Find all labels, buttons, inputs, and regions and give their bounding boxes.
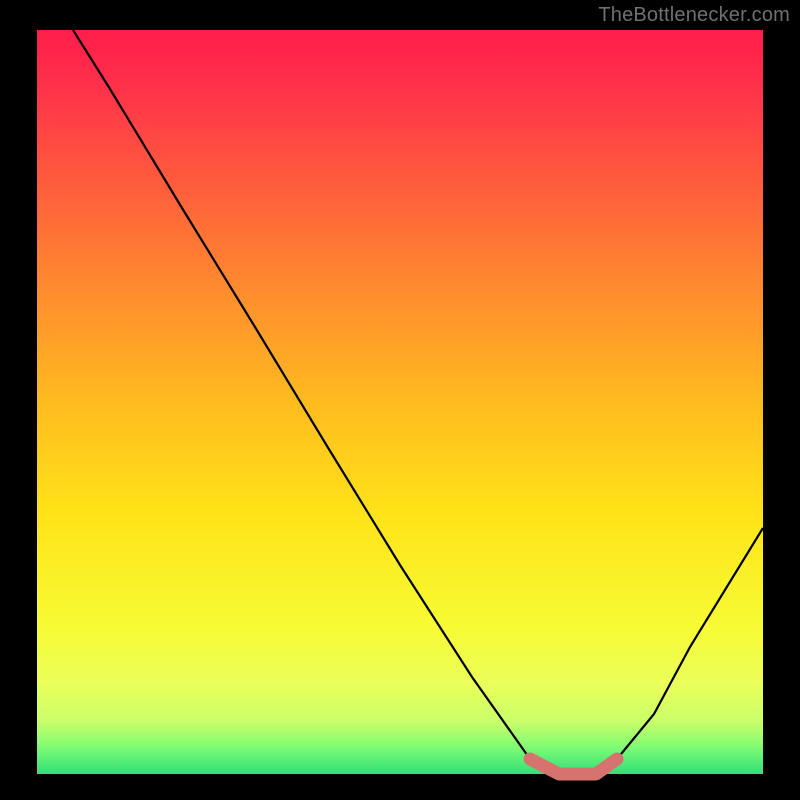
plot-background [37,30,763,774]
chart-container: TheBottlenecker.com [0,0,800,800]
bottleneck-chart [0,0,800,800]
attribution-text: TheBottlenecker.com [598,4,790,27]
